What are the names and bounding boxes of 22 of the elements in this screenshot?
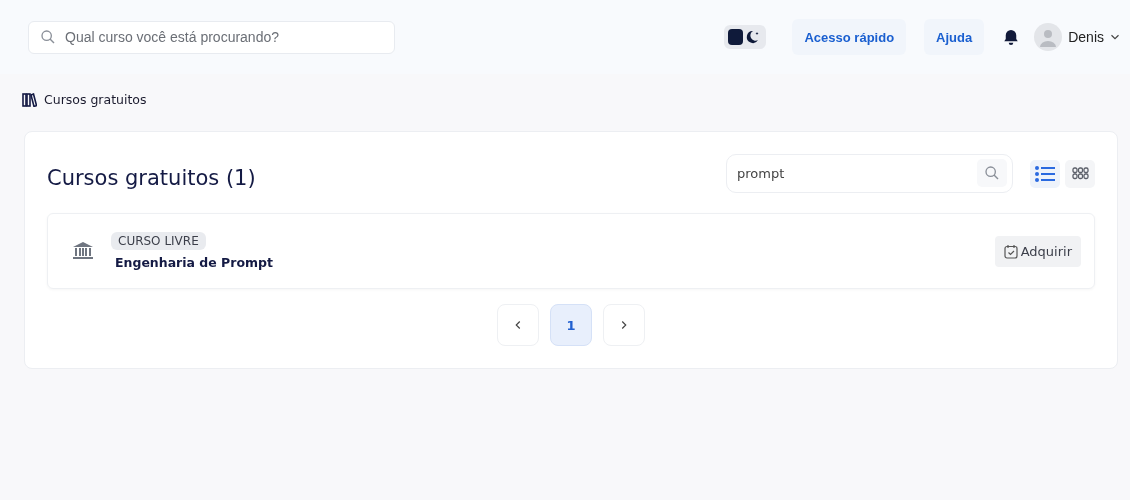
course-row[interactable]: CURSO LIVRE Engenharia de Prompt Adquirir [47, 213, 1095, 289]
institution-icon [73, 242, 93, 260]
course-name: Engenharia de Prompt [114, 255, 273, 270]
nav-link[interactable]: Ajuda [924, 19, 985, 55]
list-icon [1035, 165, 1055, 182]
course-tag: CURSO LIVRE [111, 232, 206, 250]
search-field[interactable]: Qual curso você está procurando? [28, 20, 395, 54]
view-toggle[interactable] [1030, 159, 1060, 188]
nav-link[interactable]: Acesso rápido [792, 19, 907, 55]
panel-title: Cursos gratuitos (1) [47, 165, 256, 190]
page-button[interactable]: 1 [550, 304, 592, 346]
filter-field[interactable]: prompt [726, 154, 1013, 193]
acquire-button[interactable]: Adquirir [994, 235, 1081, 267]
calendar-check-icon [1003, 243, 1018, 259]
user-name[interactable]: Denis [1068, 29, 1104, 45]
theme-toggle[interactable] [724, 25, 767, 49]
search-icon [984, 165, 1000, 181]
breadcrumb[interactable]: Cursos gratuitos [44, 92, 147, 107]
view-toggle[interactable] [1065, 159, 1095, 188]
books-icon [22, 92, 37, 107]
grid-icon [1071, 167, 1089, 180]
search-icon [40, 28, 56, 45]
